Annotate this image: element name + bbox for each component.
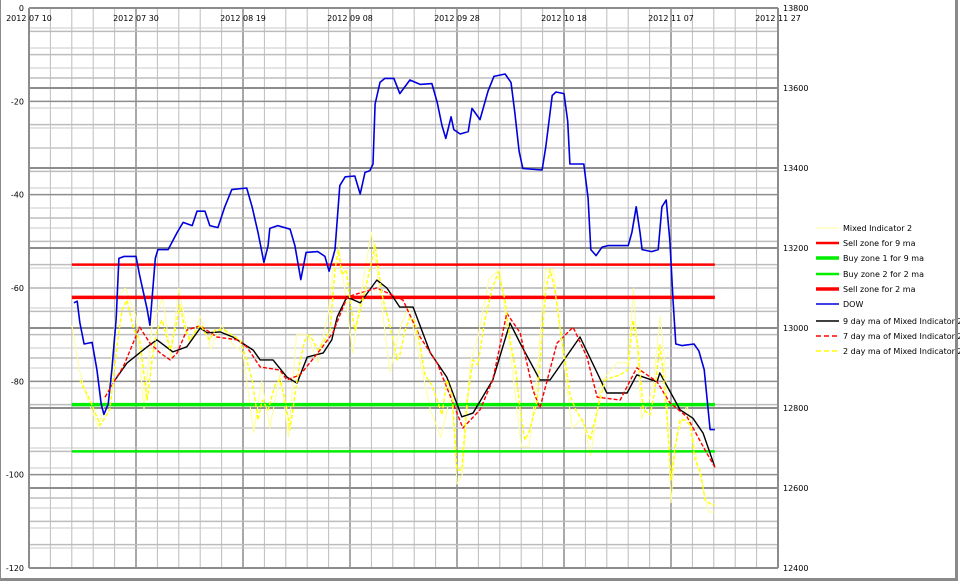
series-mixed-indicator-2 (71, 231, 715, 513)
right-axis-tick-label: 13400 (783, 164, 808, 173)
legend-label: Sell zone for 2 ma (843, 285, 916, 294)
legend-label: Sell zone for 9 ma (843, 239, 916, 248)
right-axis-tick-label: 13200 (783, 244, 808, 253)
left-axis-tick-label: -40 (11, 191, 24, 200)
right-axis-tick-label: 13800 (783, 4, 808, 13)
legend-label: Buy zone 2 for 2 ma (843, 270, 924, 279)
series-2-day-ma-of-mixed-indicator-2 (79, 244, 715, 506)
legend-label: 2 day ma of Mixed Indicator 2 (843, 347, 960, 356)
legend-label: 9 day ma of Mixed Indicator 2 (843, 317, 960, 326)
series-7-day-ma-of-mixed-indicator-2 (104, 287, 716, 468)
left-axis-tick-label: 0 (19, 4, 24, 13)
right-axis-tick-label: 13000 (783, 324, 808, 333)
legend-label: DOW (843, 300, 863, 309)
x-axis-tick-label: 2012 11 27 (755, 14, 801, 23)
x-axis-tick-label: 2012 07 30 (113, 14, 159, 23)
left-axis-tick-label: -60 (11, 284, 24, 293)
right-axis-tick-label: 12800 (783, 404, 808, 413)
x-axis-tick-label: 2012 11 07 (648, 14, 694, 23)
x-axis-tick-label: 2012 08 19 (220, 14, 266, 23)
right-axis-tick-label: 12400 (783, 564, 808, 573)
x-axis-tick-label: 2012 07 10 (6, 14, 52, 23)
left-axis-tick-label: -120 (6, 564, 24, 573)
left-axis-tick-label: -80 (11, 377, 24, 386)
right-axis-tick-label: 13600 (783, 84, 808, 93)
left-axis-tick-label: -20 (11, 97, 24, 106)
x-axis-tick-label: 2012 10 18 (541, 14, 587, 23)
legend-label: Mixed Indicator 2 (843, 224, 912, 233)
right-axis-tick-label: 12600 (783, 484, 808, 493)
x-axis-tick-label: 2012 09 28 (434, 14, 480, 23)
legend-label: Buy zone 1 for 9 ma (843, 254, 924, 263)
chart: 0 -20 -40 -60 -80 -100 -120 13800 13600 13400 1320… (6, 4, 960, 573)
left-axis-tick-label: -100 (6, 471, 24, 480)
x-axis-tick-label: 2012 09 08 (327, 14, 373, 23)
series-dow (73, 73, 715, 431)
legend-label: 7 day ma of Mixed Indicator 2 (843, 332, 960, 341)
